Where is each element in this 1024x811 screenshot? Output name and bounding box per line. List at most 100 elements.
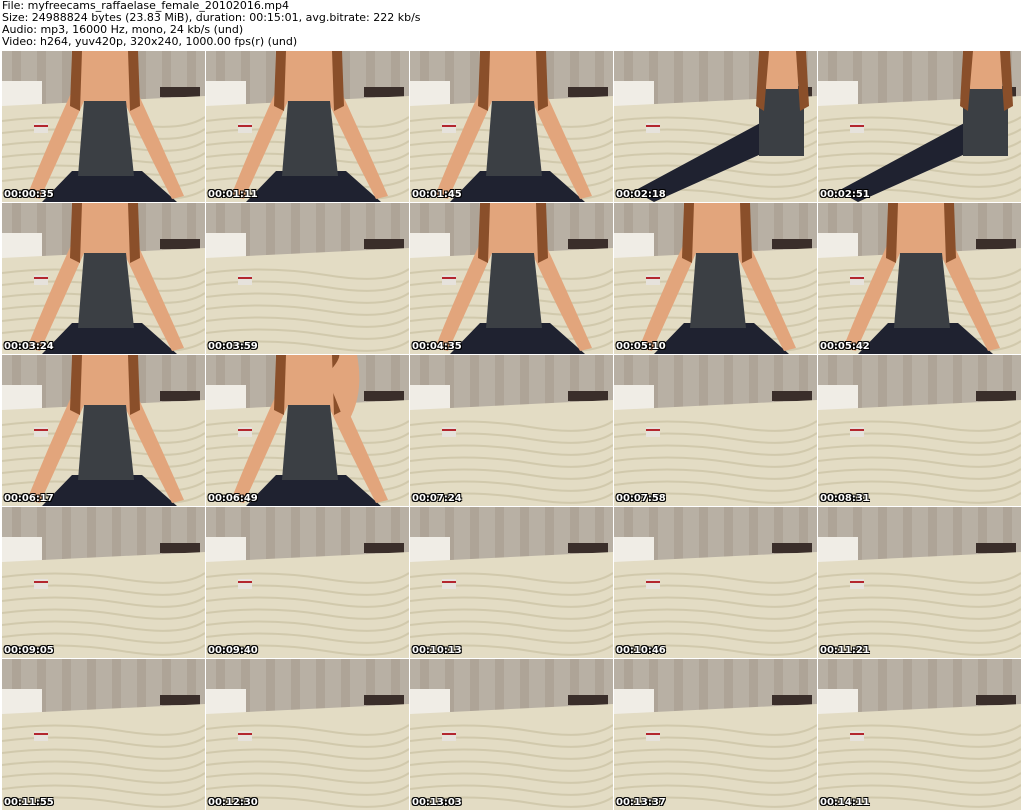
nightstand bbox=[160, 543, 200, 553]
hair-right bbox=[128, 51, 140, 111]
video-thumbnail[interactable]: 00:12:30 bbox=[206, 659, 409, 810]
thumbnail-timestamp: 00:11:21 bbox=[820, 645, 870, 656]
nightstand bbox=[364, 695, 404, 705]
nightstand bbox=[160, 695, 200, 705]
audio-info-line: Audio: mp3, 16000 Hz, mono, 24 kb/s (und… bbox=[2, 24, 244, 36]
thumbnail-scene bbox=[818, 507, 1021, 658]
video-thumbnail[interactable]: 00:07:24 bbox=[410, 355, 613, 506]
tank-top bbox=[963, 86, 1008, 156]
nightstand bbox=[160, 87, 200, 97]
box-stripe bbox=[238, 581, 252, 583]
thumbnail-timestamp: 00:08:31 bbox=[820, 493, 870, 504]
curtain-fold bbox=[470, 659, 479, 719]
hair-right bbox=[944, 203, 956, 263]
box bbox=[646, 427, 660, 437]
video-thumbnail[interactable]: 00:04:35 bbox=[410, 203, 613, 354]
tank-top bbox=[486, 253, 542, 328]
hair-left bbox=[70, 203, 82, 263]
box bbox=[442, 427, 456, 437]
thumbnail-scene bbox=[2, 659, 205, 810]
video-thumbnail[interactable]: 00:08:31 bbox=[818, 355, 1021, 506]
box bbox=[238, 275, 252, 285]
thumbnail-scene bbox=[206, 355, 409, 506]
nightstand bbox=[364, 543, 404, 553]
video-thumbnail[interactable]: 00:13:37 bbox=[614, 659, 817, 810]
box-stripe bbox=[850, 125, 864, 127]
box bbox=[646, 275, 660, 285]
box-stripe bbox=[238, 429, 252, 431]
box-stripe bbox=[34, 125, 48, 127]
box-stripe bbox=[442, 581, 456, 583]
nightstand bbox=[568, 87, 608, 97]
tank-top bbox=[282, 405, 338, 480]
video-thumbnail[interactable]: 00:06:17 bbox=[2, 355, 205, 506]
video-thumbnail[interactable]: 00:11:21 bbox=[818, 507, 1021, 658]
torso bbox=[284, 355, 334, 405]
box bbox=[442, 123, 456, 133]
thumbnail-scene bbox=[2, 355, 205, 506]
video-thumbnail[interactable]: 00:10:13 bbox=[410, 507, 613, 658]
box-stripe bbox=[442, 429, 456, 431]
video-thumbnail[interactable]: 00:01:45 bbox=[410, 51, 613, 202]
thumbnail-timestamp: 00:02:51 bbox=[820, 189, 870, 200]
thumbnail-scene bbox=[818, 659, 1021, 810]
thumbnail-timestamp: 00:09:05 bbox=[4, 645, 54, 656]
curtain-fold bbox=[878, 51, 887, 111]
video-thumbnail[interactable]: 00:00:35 bbox=[2, 51, 205, 202]
hair-left bbox=[682, 203, 694, 263]
video-thumbnail[interactable]: 00:06:49 bbox=[206, 355, 409, 506]
box bbox=[238, 731, 252, 741]
curtain-fold bbox=[266, 507, 275, 567]
video-thumbnail[interactable]: 00:13:03 bbox=[410, 659, 613, 810]
thumbnail-timestamp: 00:14:11 bbox=[820, 797, 870, 808]
hair-left bbox=[274, 51, 286, 111]
video-thumbnail[interactable]: 00:03:59 bbox=[206, 203, 409, 354]
thumbnail-timestamp: 00:05:10 bbox=[616, 341, 666, 352]
box-stripe bbox=[238, 277, 252, 279]
hair-left bbox=[70, 51, 82, 111]
nightstand bbox=[772, 239, 812, 249]
box bbox=[238, 427, 252, 437]
thumbnail-scene bbox=[410, 659, 613, 810]
nightstand bbox=[364, 87, 404, 97]
thumbnail-timestamp: 00:04:35 bbox=[412, 341, 462, 352]
box-stripe bbox=[34, 733, 48, 735]
thumbnail-timestamp: 00:03:59 bbox=[208, 341, 258, 352]
video-thumbnail[interactable]: 00:03:24 bbox=[2, 203, 205, 354]
box bbox=[34, 731, 48, 741]
tank-top bbox=[759, 86, 804, 156]
thumbnail-timestamp: 00:06:17 bbox=[4, 493, 54, 504]
thumbnail-scene bbox=[614, 659, 817, 810]
video-thumbnail[interactable]: 00:01:11 bbox=[206, 51, 409, 202]
video-thumbnail[interactable]: 00:05:42 bbox=[818, 203, 1021, 354]
video-thumbnail[interactable]: 00:02:18 bbox=[614, 51, 817, 202]
thumbnail-timestamp: 00:12:30 bbox=[208, 797, 258, 808]
box bbox=[442, 579, 456, 589]
box-stripe bbox=[238, 733, 252, 735]
nightstand bbox=[364, 391, 404, 401]
video-thumbnail[interactable]: 00:07:58 bbox=[614, 355, 817, 506]
thumbnail-scene bbox=[614, 203, 817, 354]
thumbnail-scene bbox=[206, 203, 409, 354]
curtain-fold bbox=[62, 659, 71, 719]
video-thumbnail[interactable]: 00:14:11 bbox=[818, 659, 1021, 810]
nightstand bbox=[568, 391, 608, 401]
torso bbox=[80, 203, 130, 253]
video-thumbnail[interactable]: 00:10:46 bbox=[614, 507, 817, 658]
thumbnail-scene bbox=[410, 51, 613, 202]
curtain-fold bbox=[878, 355, 887, 415]
video-thumbnail[interactable]: 00:02:51 bbox=[818, 51, 1021, 202]
file-info-header: File: myfreecams_raffaelase_female_20102… bbox=[0, 0, 1024, 50]
video-thumbnail[interactable]: 00:09:05 bbox=[2, 507, 205, 658]
tank-top bbox=[78, 101, 134, 176]
hair-left bbox=[274, 355, 286, 415]
thumbnail-scene bbox=[614, 507, 817, 658]
video-thumbnail[interactable]: 00:05:10 bbox=[614, 203, 817, 354]
video-thumbnail[interactable]: 00:09:40 bbox=[206, 507, 409, 658]
thumbnail-timestamp: 00:01:45 bbox=[412, 189, 462, 200]
thumbnail-scene bbox=[2, 51, 205, 202]
hair-left bbox=[886, 203, 898, 263]
video-thumbnail[interactable]: 00:11:55 bbox=[2, 659, 205, 810]
thumbnail-timestamp: 00:01:11 bbox=[208, 189, 258, 200]
nightstand bbox=[160, 391, 200, 401]
